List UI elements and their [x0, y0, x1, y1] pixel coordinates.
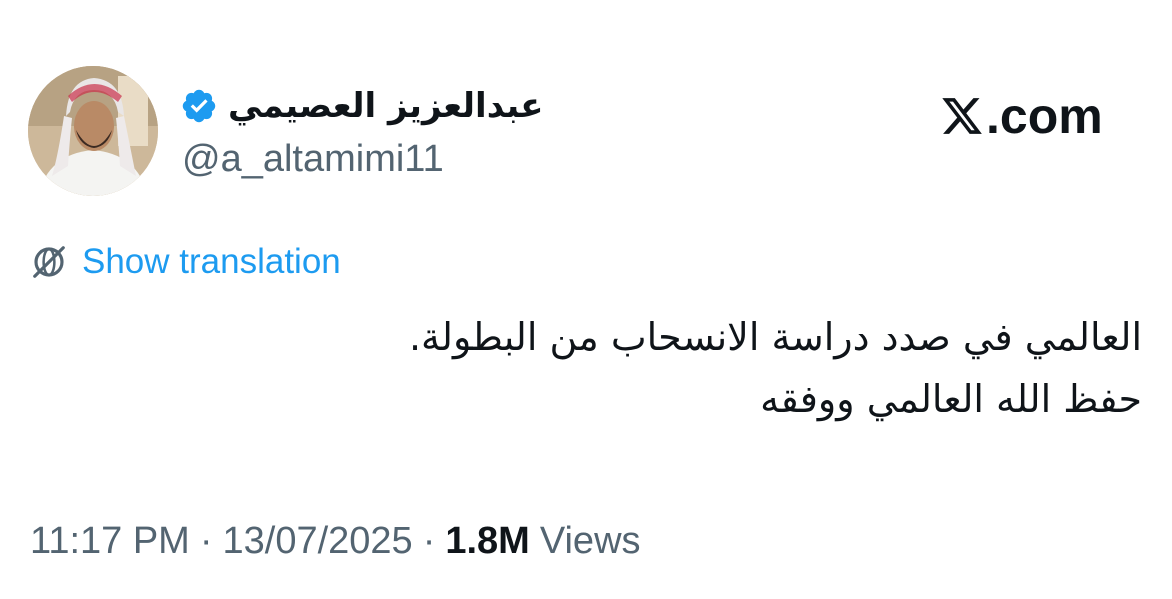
verified-badge-icon	[182, 89, 216, 123]
show-translation-button[interactable]: Show translation	[30, 240, 341, 284]
tweet-meta: 11:17 PM · 13/07/2025 · 1.8M Views	[30, 516, 641, 566]
site-logo: .com	[940, 86, 1103, 146]
tweet-text: العالمي في صدد دراسة الانسحاب من البطولة…	[42, 306, 1142, 430]
tweet-card: عبدالعزيز العصيمي @a_altamimi11 .com Sho…	[0, 0, 1172, 599]
tweet-time[interactable]: 11:17 PM	[30, 520, 190, 563]
globe-icon	[33, 246, 65, 278]
meta-separator: ·	[422, 519, 436, 562]
author-handle[interactable]: @a_altamimi11	[182, 138, 444, 181]
show-translation-label[interactable]: Show translation	[82, 242, 341, 282]
tweet-date[interactable]: 13/07/2025	[223, 520, 413, 563]
author-name-row[interactable]: عبدالعزيز العصيمي	[180, 82, 543, 130]
views-label: Views	[539, 519, 641, 562]
site-logo-suffix: .com	[986, 88, 1103, 144]
profile-photo-icon	[28, 66, 158, 196]
x-logo-icon	[942, 98, 982, 134]
tweet-text-line: حفظ الله العالمي ووفقه	[760, 377, 1142, 421]
views-count: 1.8M	[445, 519, 530, 562]
tweet-text-line: العالمي في صدد دراسة الانسحاب من البطولة…	[408, 315, 1142, 359]
meta-separator: ·	[199, 519, 213, 562]
avatar[interactable]	[28, 66, 158, 196]
author-display-name[interactable]: عبدالعزيز العصيمي	[228, 86, 543, 126]
